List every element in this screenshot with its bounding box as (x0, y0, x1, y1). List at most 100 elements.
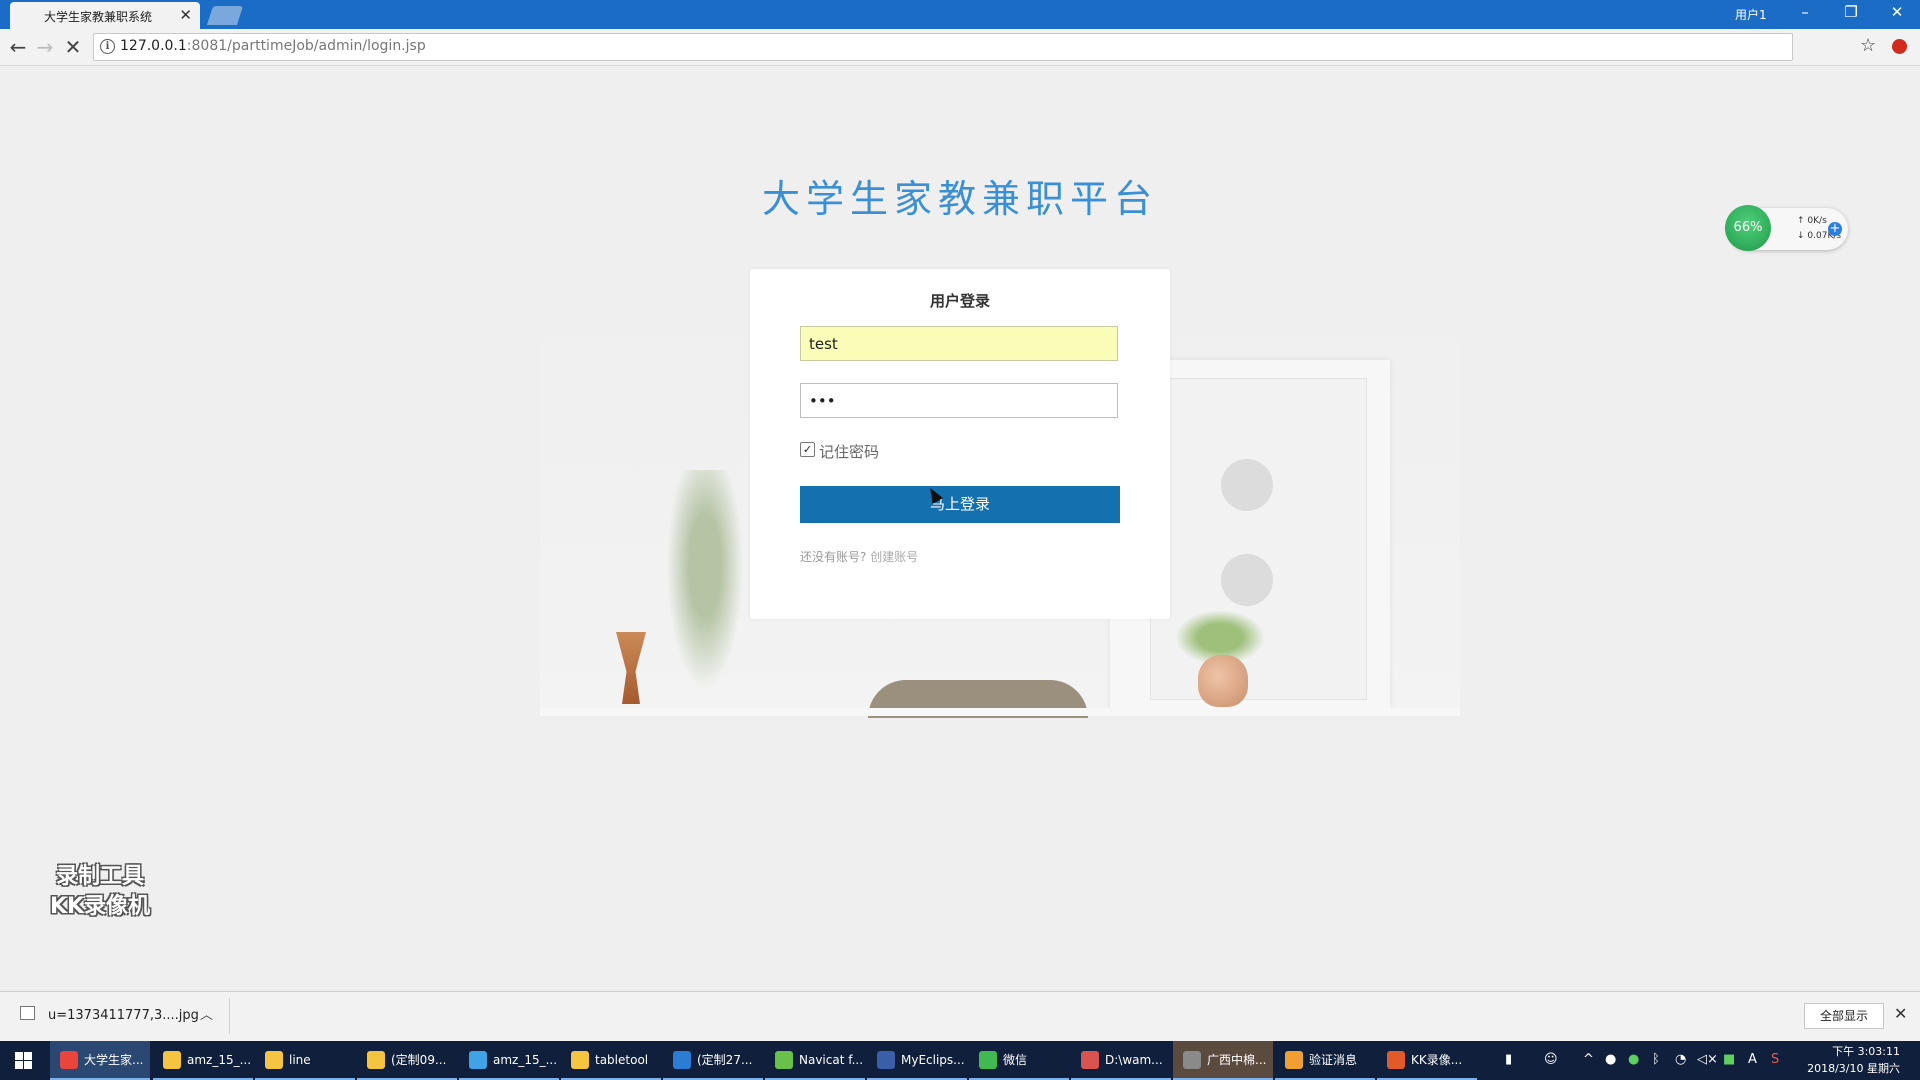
stop-loading-icon[interactable]: ✕ (61, 35, 85, 59)
clock-time: 下午 3:03:11 (1832, 1045, 1900, 1058)
upload-speed: ↑ 0K/s (1797, 216, 1827, 226)
back-arrow-icon[interactable]: ← (6, 35, 30, 59)
navicat-icon (775, 1051, 793, 1069)
close-window-button[interactable]: ✕ (1874, 3, 1920, 25)
taskbar-item[interactable]: Navicat f... (765, 1041, 865, 1080)
taskbar-item[interactable]: amz_15_... (153, 1041, 253, 1080)
frame-dot (1221, 554, 1273, 606)
minimize-button[interactable]: – (1782, 3, 1828, 25)
table-decoration (540, 708, 1460, 716)
taskbar-item-label: amz_15_... (187, 1053, 252, 1067)
plus-icon[interactable]: + (1828, 222, 1842, 236)
folder-red-icon (1081, 1051, 1099, 1069)
download-bar (0, 991, 1920, 1042)
taskbar-item[interactable]: 大学生家... (50, 1041, 150, 1080)
chrome-icon (60, 1051, 78, 1069)
taskbar-item-label: KK录像... (1411, 1053, 1463, 1067)
remember-password-label[interactable]: 记住密码 (819, 441, 879, 462)
login-heading: 用户登录 (929, 292, 990, 310)
taskbar-item-label: D:\wam... (1105, 1053, 1163, 1067)
tray-app-icon[interactable]: S (1771, 1052, 1779, 1067)
show-all-downloads-button[interactable]: 全部显示 (1804, 1003, 1884, 1029)
taskbar-item[interactable]: 广西中棉... (1173, 1041, 1273, 1080)
tray-app-icon[interactable]: ● (1605, 1052, 1616, 1067)
volume-muted-icon[interactable]: ◁× (1697, 1052, 1718, 1067)
frame-dot (1221, 459, 1273, 511)
taskbar-item[interactable]: 微信 (969, 1041, 1069, 1080)
tray-app-icon[interactable]: ● (1628, 1052, 1639, 1067)
folder-icon (265, 1051, 283, 1069)
windows-start-icon[interactable] (0, 1041, 46, 1080)
taskbar-item-label: tabletool (595, 1053, 649, 1067)
close-download-bar-icon[interactable]: ✕ (1894, 1004, 1907, 1023)
profile-user-label[interactable]: 用户1 (1735, 6, 1767, 23)
create-account-link[interactable]: 创建账号 (870, 550, 918, 564)
taskbar-item-label: line (289, 1053, 311, 1067)
memory-gauge[interactable]: 66% (1725, 205, 1771, 251)
taskbar-item[interactable]: tabletool (561, 1041, 661, 1080)
taskbar-item[interactable]: D:\wam... (1071, 1041, 1171, 1080)
taskbar-item[interactable]: (定制27... (663, 1041, 763, 1080)
folder-icon (367, 1051, 385, 1069)
browser-tab[interactable]: 大学生家教兼职系统 ✕ (10, 2, 200, 29)
watermark-line: 录制工具 (55, 864, 144, 889)
forward-arrow-icon[interactable]: → (33, 35, 57, 59)
url-input[interactable]: i 127.0.0.1:8081/parttimeJob/admin/login… (93, 33, 1793, 61)
extension-icon[interactable] (1892, 39, 1907, 54)
taskbar-item[interactable]: amz_15_... (459, 1041, 559, 1080)
taskbar-item[interactable]: MyEclips... (867, 1041, 967, 1080)
taskbar-item-label: 验证消息 (1309, 1053, 1358, 1067)
message-icon (1285, 1051, 1303, 1069)
wechat-icon (979, 1051, 997, 1069)
taskbar-item-label: 微信 (1003, 1053, 1028, 1067)
site-info-icon[interactable]: i (100, 39, 115, 54)
taskbar-item[interactable]: (定制09... (357, 1041, 457, 1080)
close-tab-icon[interactable]: ✕ (179, 6, 192, 24)
phone-icon (1183, 1051, 1201, 1069)
clock-date: 2018/3/10 星期六 (1807, 1062, 1900, 1075)
pot-decoration (1198, 655, 1248, 707)
browser-title-bar (0, 0, 1920, 29)
word-icon (673, 1051, 691, 1069)
taskbar-clock[interactable]: 下午 3:03:11 2018/3/10 星期六 (1800, 1043, 1900, 1077)
register-row: 还没有账号? 创建账号 (800, 548, 918, 565)
taskbar-item-label: 大学生家... (84, 1053, 144, 1067)
new-tab-button[interactable] (206, 6, 244, 25)
chevron-up-icon[interactable]: ︿ (200, 1004, 213, 1023)
taskbar-item-label: (定制09... (391, 1053, 447, 1067)
battery-icon[interactable]: ▮ (1505, 1052, 1512, 1067)
bookmark-star-icon[interactable]: ☆ (1860, 35, 1876, 56)
username-input[interactable] (800, 326, 1118, 361)
divider (229, 998, 230, 1034)
restore-button[interactable]: ❐ (1828, 3, 1874, 25)
tab-title: 大学生家教兼职系统 (44, 10, 153, 24)
input-method-icon[interactable]: A (1748, 1052, 1757, 1067)
no-account-text: 还没有账号? (800, 550, 867, 564)
people-icon[interactable]: ☺ (1544, 1052, 1558, 1067)
taskbar-item-label: (定制27... (697, 1053, 753, 1067)
login-button[interactable]: 马上登录 (800, 486, 1120, 523)
plant-decoration (660, 470, 750, 710)
tray-app-icon[interactable]: ■ (1723, 1052, 1735, 1067)
folder-icon (163, 1051, 181, 1069)
watermark-line: KK录像机 (49, 894, 151, 919)
folder-icon (571, 1051, 589, 1069)
site-title: 大学生家教兼职平台 (761, 177, 1158, 221)
taskbar-item-label: amz_15_... (493, 1053, 558, 1067)
download-file-name[interactable]: u=1373411777,3....jpg (48, 1008, 199, 1023)
url-host: 127.0.0.1 (120, 38, 187, 54)
kk-recorder-icon (1387, 1051, 1405, 1069)
wifi-icon[interactable]: ◔ (1675, 1052, 1686, 1067)
cube-icon (469, 1051, 487, 1069)
eclipse-icon (877, 1051, 895, 1069)
recorder-watermark: 录制工具 KK录像机 (30, 862, 170, 922)
taskbar-item[interactable]: KK录像... (1377, 1041, 1477, 1080)
show-hidden-icons-icon[interactable]: ^ (1583, 1052, 1594, 1067)
bluetooth-icon[interactable]: ᛒ (1652, 1052, 1660, 1067)
image-file-icon (20, 1006, 35, 1020)
remember-password-checkbox[interactable]: ✓ (800, 442, 815, 457)
taskbar-item[interactable]: line (255, 1041, 355, 1080)
taskbar-item[interactable]: 验证消息 (1275, 1041, 1375, 1080)
taskbar-item-label: MyEclips... (901, 1053, 965, 1067)
password-input[interactable] (800, 383, 1118, 418)
